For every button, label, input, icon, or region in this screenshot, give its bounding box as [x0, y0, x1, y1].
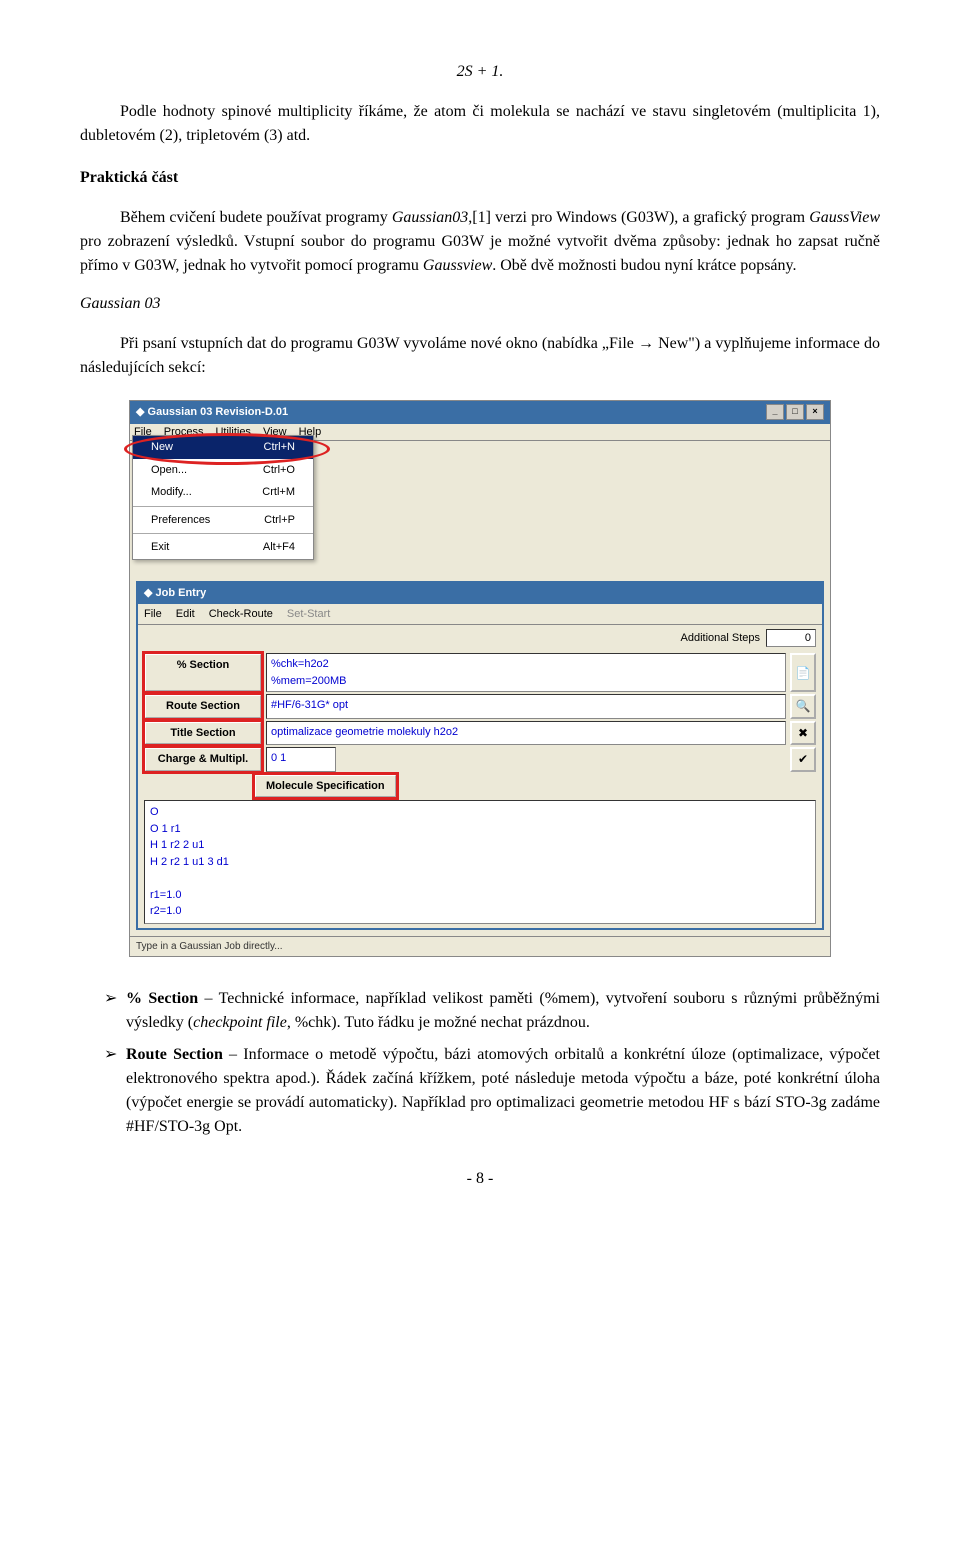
- window-titlebar: ◆ Gaussian 03 Revision-D.01 _ □ ×: [130, 401, 830, 424]
- mi-exit-label: Exit: [151, 539, 169, 556]
- statusbar: Type in a Gaussian Job directly...: [130, 936, 830, 956]
- p2-a: Během cvičení budete používat programy: [120, 209, 392, 226]
- p2-d: . Obě dvě možnosti budou nyní krátce pop…: [492, 257, 796, 274]
- mi-prefs-shortcut: Ctrl+P: [264, 512, 295, 529]
- child-menu-setstart[interactable]: Set-Start: [287, 606, 330, 623]
- job-entry-title: ◆ Job Entry: [138, 583, 822, 604]
- charge-multipl-button[interactable]: Charge & Multipl.: [144, 747, 262, 772]
- pct-line1: %chk=h2o2: [271, 656, 781, 673]
- title-section-field[interactable]: optimalizace geometrie molekuly h2o2: [266, 721, 786, 746]
- window-title: Gaussian 03 Revision-D.01: [148, 406, 289, 418]
- close-button[interactable]: ×: [806, 404, 824, 420]
- menu-separator-1: [133, 506, 313, 507]
- job-entry-window: ◆ Job Entry File Edit Check-Route Set-St…: [136, 581, 824, 930]
- app-icon: ◆: [136, 406, 148, 418]
- embedded-screenshot: ◆ Gaussian 03 Revision-D.01 _ □ × File P…: [129, 400, 831, 957]
- child-menu-checkroute[interactable]: Check-Route: [209, 606, 273, 623]
- percent-section-button[interactable]: % Section: [144, 653, 262, 692]
- mi-modify-label: Modify...: [151, 484, 192, 501]
- route-side-icon[interactable]: 🔍: [790, 694, 816, 719]
- mi-exit-shortcut: Alt+F4: [263, 539, 295, 556]
- bullet-route-section: Route Section – Informace o metodě výpoč…: [104, 1043, 880, 1139]
- mi-open-shortcut: Ctrl+O: [263, 462, 295, 479]
- menu-item-exit[interactable]: Exit Alt+F4: [133, 536, 313, 559]
- ok-side-icon[interactable]: ✔: [790, 747, 816, 772]
- molecule-spec-button[interactable]: Molecule Specification: [254, 774, 397, 799]
- bullet-percent-section: % Section – Technické informace, napříkl…: [104, 987, 880, 1035]
- mi-open-label: Open...: [151, 462, 187, 479]
- b2-head: Route Section: [126, 1046, 223, 1063]
- job-entry-title-text: Job Entry: [156, 587, 207, 599]
- annotation-ellipse: [124, 433, 330, 465]
- mi-modify-shortcut: Crtl+M: [262, 484, 295, 501]
- pct-line2: %mem=200MB: [271, 673, 781, 690]
- child-menu-edit[interactable]: Edit: [176, 606, 195, 623]
- percent-section-field[interactable]: %chk=h2o2 %mem=200MB: [266, 653, 786, 692]
- b1-text2: , %chk). Tuto řádku je možné nechat práz…: [287, 1014, 590, 1031]
- minimize-button[interactable]: _: [766, 404, 784, 420]
- additional-steps-label: Additional Steps: [681, 630, 761, 647]
- p2-gaussview: GaussView: [809, 209, 880, 226]
- formula: 2S + 1.: [80, 60, 880, 84]
- child-icon: ◆: [144, 587, 156, 599]
- page-number: - 8 -: [80, 1167, 880, 1191]
- b2-text: – Informace o metodě výpočtu, bázi atomo…: [126, 1046, 880, 1135]
- route-section-button[interactable]: Route Section: [144, 694, 262, 719]
- mi-prefs-label: Preferences: [151, 512, 210, 529]
- title-section-button[interactable]: Title Section: [144, 721, 262, 746]
- p2-gaussview2: Gaussview: [423, 257, 492, 274]
- title-side-icon[interactable]: ✖: [790, 721, 816, 746]
- menu-separator-2: [133, 533, 313, 534]
- additional-steps-field[interactable]: 0: [766, 629, 816, 647]
- menu-item-preferences[interactable]: Preferences Ctrl+P: [133, 509, 313, 532]
- paragraph-2: Během cvičení budete používat programy G…: [80, 206, 880, 278]
- section-heading: Praktická část: [80, 166, 880, 190]
- b1-head: % Section: [126, 990, 198, 1007]
- bullet-list: % Section – Technické informace, napříkl…: [80, 987, 880, 1139]
- paragraph-3: Při psaní vstupních dat do programu G03W…: [80, 332, 880, 380]
- child-menu-file[interactable]: File: [144, 606, 162, 623]
- maximize-button[interactable]: □: [786, 404, 804, 420]
- p2-gaussian: Gaussian03: [392, 209, 468, 226]
- molecule-spec-textarea[interactable]: O O 1 r1 H 1 r2 2 u1 H 2 r2 1 u1 3 d1 r1…: [144, 800, 816, 924]
- paragraph-1: Podle hodnoty spinové multiplicity říkám…: [80, 100, 880, 148]
- menu-item-modify[interactable]: Modify... Crtl+M: [133, 481, 313, 504]
- subheading-gaussian: Gaussian 03: [80, 292, 880, 316]
- b1-italic: checkpoint file: [193, 1014, 287, 1031]
- charge-multipl-field[interactable]: 0 1: [266, 747, 336, 772]
- job-entry-menubar: File Edit Check-Route Set-Start: [138, 604, 822, 626]
- route-section-field[interactable]: #HF/6-31G* opt: [266, 694, 786, 719]
- pct-side-icon[interactable]: 📄: [790, 653, 816, 692]
- p2-b: ,[1] verzi pro Windows (G03W), a grafick…: [468, 209, 809, 226]
